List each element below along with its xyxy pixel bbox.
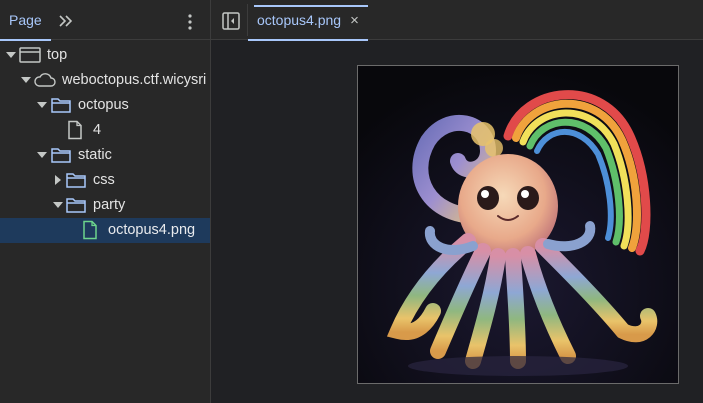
tree-item-label: static [78, 147, 112, 163]
tree-item-static[interactable]: static [0, 143, 210, 168]
tab-octopus4-png[interactable]: octopus4.png × [248, 0, 368, 41]
tree-item-label: weboctopus.ctf.wicysri [62, 72, 207, 88]
triangle-down-icon[interactable] [53, 200, 63, 210]
file-tree: top weboctopus.ctf.wicysri octopus 4 sta… [0, 43, 210, 243]
devtools-sources-panel: Page top weboctopus.ctf.wicysri octopus … [0, 0, 703, 403]
folder-icon [51, 98, 71, 113]
close-icon[interactable]: × [350, 12, 359, 29]
editor-tabbar: octopus4.png × [211, 0, 703, 41]
octopus-image [358, 66, 678, 383]
tree-item-label: top [47, 47, 68, 63]
image-preview [358, 66, 678, 383]
chevron-double-right-icon[interactable] [55, 11, 77, 31]
tree-item-octopus[interactable]: octopus [0, 93, 210, 118]
frame-icon [19, 47, 41, 63]
cloud-icon [34, 73, 56, 87]
toggle-sidebar-icon[interactable] [221, 11, 241, 31]
editor-area: octopus4.png × [211, 0, 703, 403]
navigator-sidebar: Page top weboctopus.ctf.wicysri octopus … [0, 0, 211, 403]
tree-item-label: css [93, 172, 115, 188]
tree-item-top[interactable]: top [0, 43, 210, 68]
folder-icon [66, 173, 86, 188]
tree-item-domain[interactable]: weboctopus.ctf.wicysri [0, 68, 210, 93]
triangle-down-icon[interactable] [21, 75, 31, 85]
file-tab-label: octopus4.png [257, 12, 342, 28]
tree-item-label: octopus4.png [108, 222, 196, 238]
file-icon [68, 120, 82, 140]
navigator-tabbar: Page [0, 0, 210, 41]
tree-item-label: octopus [78, 97, 129, 113]
tree-item-octopus4-png[interactable]: octopus4.png [0, 218, 210, 243]
tree-item-party[interactable]: party [0, 193, 210, 218]
image-file-icon [83, 220, 97, 240]
tab-page-label: Page [9, 12, 42, 28]
tree-item-file-4[interactable]: 4 [0, 118, 210, 143]
tree-item-label: party [93, 197, 126, 213]
triangle-down-icon[interactable] [37, 100, 47, 110]
tree-item-css[interactable]: css [0, 168, 210, 193]
folder-icon [66, 198, 86, 213]
more-options-icon[interactable] [182, 12, 198, 32]
folder-icon [51, 148, 71, 163]
triangle-down-icon[interactable] [37, 150, 47, 160]
tab-page[interactable]: Page [0, 0, 51, 41]
triangle-down-icon[interactable] [6, 50, 16, 60]
tree-item-label: 4 [93, 122, 102, 138]
triangle-right-icon[interactable] [53, 175, 63, 185]
